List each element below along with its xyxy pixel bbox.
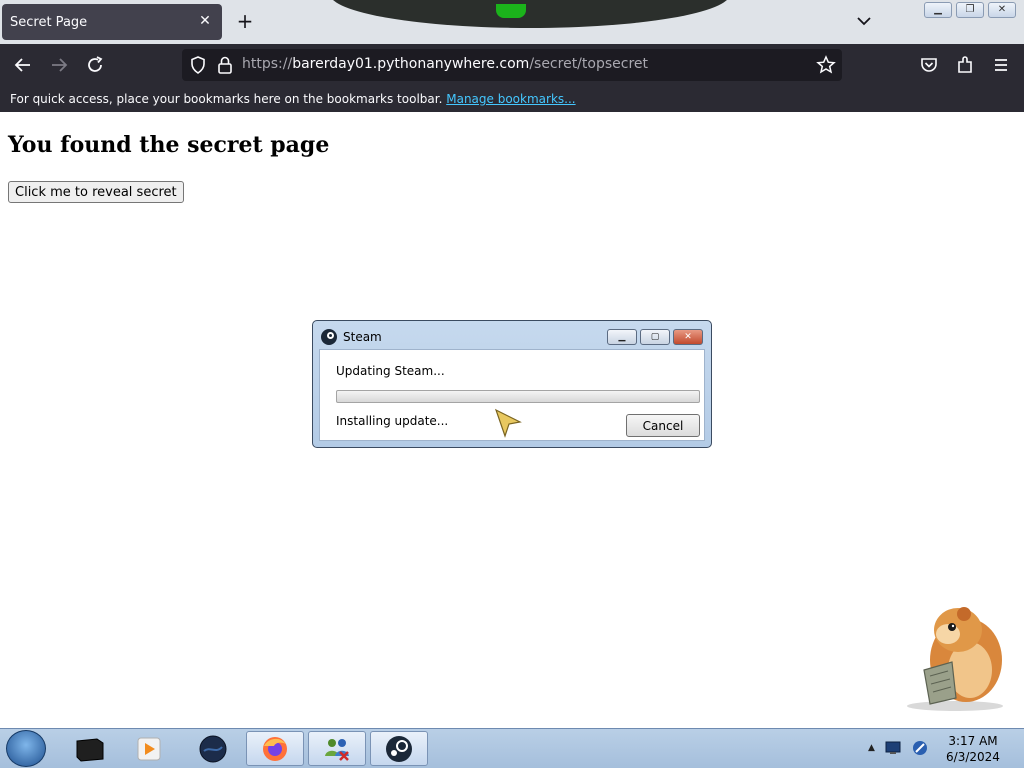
- close-window-icon[interactable]: ✕: [988, 2, 1016, 18]
- cancel-button[interactable]: Cancel: [626, 414, 700, 437]
- network-status-icon[interactable]: [911, 739, 929, 757]
- taskbar-dark-globe[interactable]: [184, 731, 242, 766]
- tab-strip: Secret Page ✕ + ▁ ❐ ✕: [0, 0, 1024, 44]
- hamster-mascot-icon: [907, 607, 1003, 711]
- taskbar-network-people[interactable]: [308, 731, 366, 766]
- url-bar[interactable]: https://barerday01.pythonanywhere.com/se…: [182, 49, 842, 81]
- bookmarks-toolbar: For quick access, place your bookmarks h…: [0, 86, 1024, 112]
- dark-globe-icon: [199, 735, 227, 762]
- clock-time: 3:17 AM: [948, 734, 998, 748]
- dialog-title: Steam: [343, 330, 382, 344]
- new-tab-icon[interactable]: +: [234, 10, 256, 32]
- taskbar: ▲ 3:17 AM 6/3/2024: [0, 728, 1024, 768]
- url-scheme: https://: [242, 56, 293, 72]
- tray-expand-icon[interactable]: ▲: [868, 743, 875, 753]
- dialog-close-icon[interactable]: ✕: [673, 329, 703, 345]
- update-progress-bar: [336, 390, 700, 403]
- shield-icon[interactable]: [188, 55, 208, 75]
- restore-icon[interactable]: ❐: [956, 2, 984, 18]
- url-text: https://barerday01.pythonanywhere.com/se…: [242, 56, 648, 72]
- steam-icon: [386, 735, 412, 762]
- minimize-icon[interactable]: ▁: [924, 2, 952, 18]
- taskbar-media-player[interactable]: [120, 731, 178, 766]
- monitor-icon[interactable]: [885, 741, 901, 755]
- reveal-secret-button[interactable]: Click me to reveal secret: [8, 181, 184, 203]
- pocket-icon[interactable]: [918, 54, 940, 76]
- taskbar-dark-device[interactable]: [60, 731, 118, 766]
- taskbar-steam[interactable]: [370, 731, 428, 766]
- install-status: Installing update...: [336, 414, 449, 428]
- mouse-pointer-icon: [494, 408, 522, 438]
- dialog-window-controls: ▁ ▢ ✕: [607, 329, 703, 345]
- network-people-icon: [325, 738, 349, 761]
- url-path: /secret/topsecret: [529, 56, 648, 72]
- lock-icon[interactable]: [216, 55, 234, 75]
- theme-accent: [496, 4, 526, 18]
- reload-icon[interactable]: [84, 54, 106, 76]
- chevron-down-icon[interactable]: [854, 10, 874, 32]
- url-domain: barerday01.pythonanywhere.com: [292, 56, 530, 72]
- theme-decoration: [330, 0, 730, 28]
- window-controls: ▁ ❐ ✕: [924, 2, 1020, 20]
- bookmarks-hint: For quick access, place your bookmarks h…: [10, 92, 443, 106]
- tab-title: Secret Page: [10, 14, 88, 30]
- page-title: You found the secret page: [8, 132, 330, 158]
- extensions-icon[interactable]: [954, 54, 976, 76]
- dialog-minimize-icon[interactable]: ▁: [607, 329, 637, 345]
- dialog-restore-icon[interactable]: ▢: [640, 329, 670, 345]
- taskbar-firefox[interactable]: [246, 731, 304, 766]
- close-tab-icon[interactable]: ✕: [196, 12, 214, 30]
- menu-icon[interactable]: [990, 54, 1012, 76]
- update-status: Updating Steam...: [336, 364, 445, 378]
- manage-bookmarks-link[interactable]: Manage bookmarks...: [446, 92, 575, 106]
- dark-device-icon: [76, 737, 104, 762]
- firefox-icon: [263, 736, 287, 761]
- navigation-bar: https://barerday01.pythonanywhere.com/se…: [0, 44, 1024, 86]
- tab-secret-page[interactable]: Secret Page ✕: [2, 4, 222, 40]
- start-orb-icon[interactable]: [6, 730, 46, 767]
- steam-logo-icon: [321, 329, 337, 345]
- media-player-icon: [137, 737, 161, 760]
- star-icon[interactable]: [816, 55, 836, 75]
- back-icon[interactable]: [12, 54, 34, 76]
- system-clock[interactable]: 3:17 AM 6/3/2024: [934, 733, 1012, 765]
- clock-date: 6/3/2024: [946, 750, 1000, 764]
- forward-icon[interactable]: [48, 54, 70, 76]
- system-tray: ▲: [868, 739, 929, 757]
- dialog-titlebar[interactable]: Steam: [321, 327, 382, 347]
